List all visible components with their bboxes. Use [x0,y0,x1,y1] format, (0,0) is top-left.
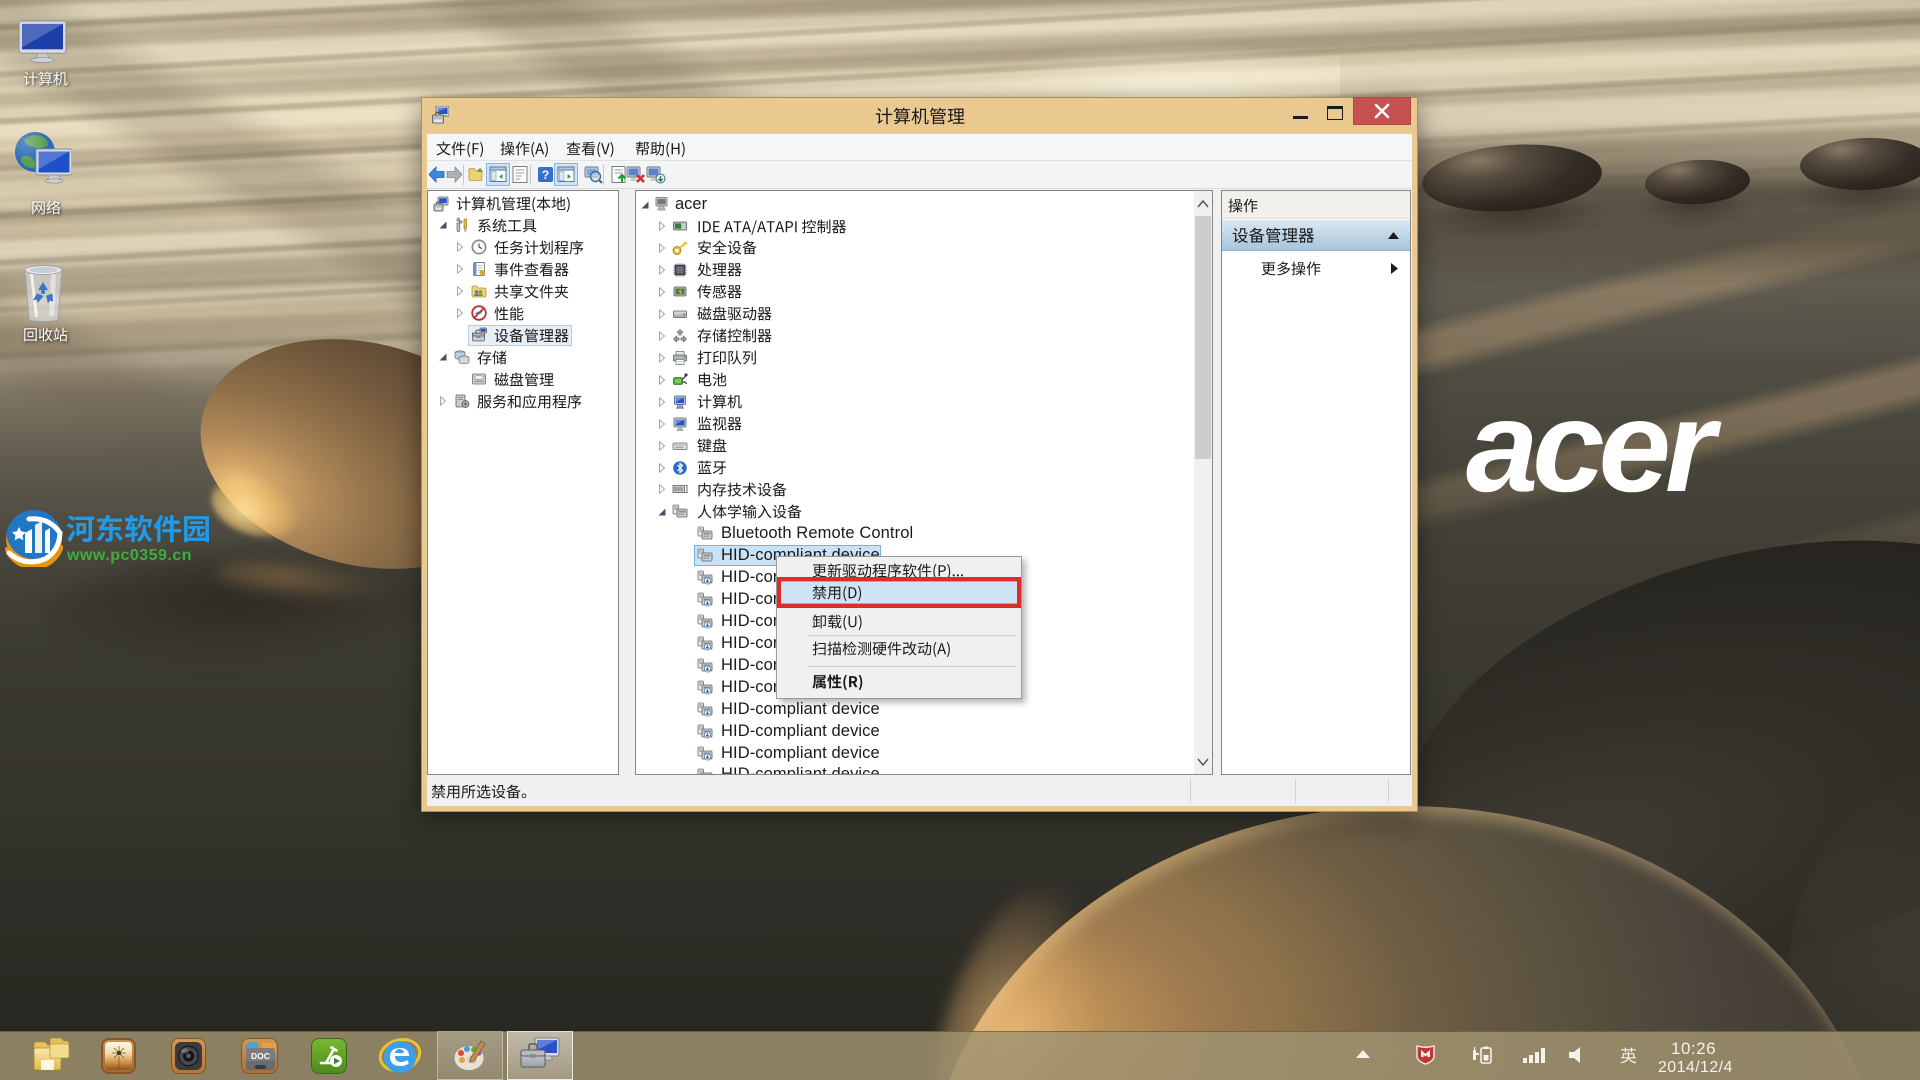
svg-text:?: ? [542,168,549,182]
svg-text:DOC: DOC [251,1051,270,1061]
